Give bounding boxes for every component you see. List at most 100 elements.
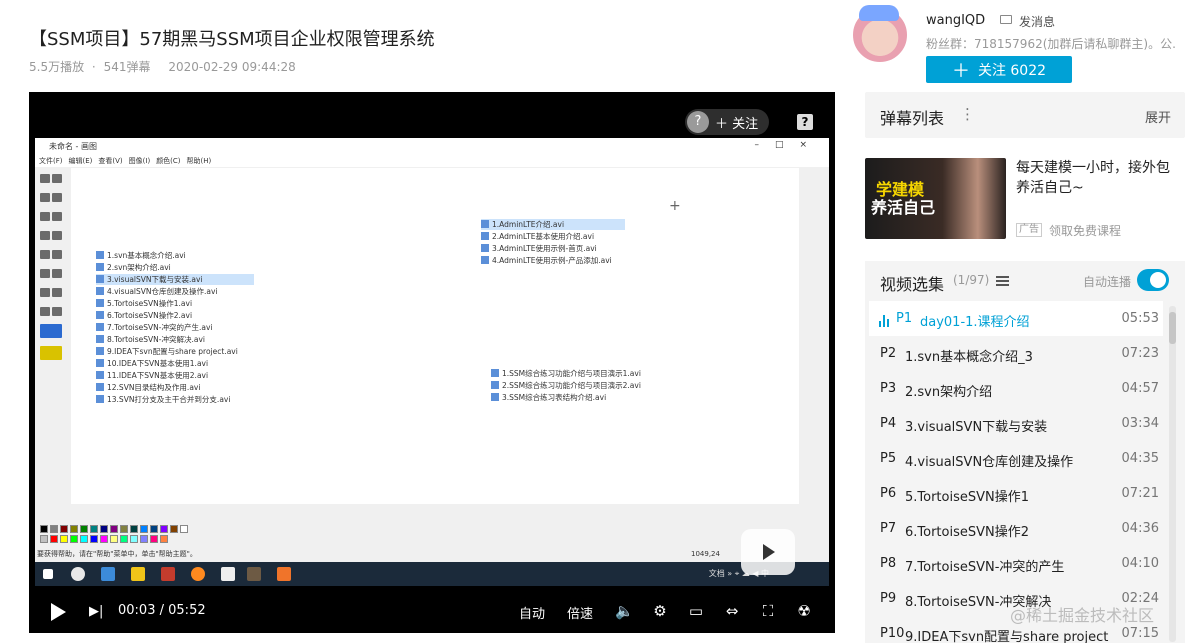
file-item-selected: 1.AdminLTE介绍.avi [481, 219, 625, 230]
uploader-avatar[interactable] [851, 5, 909, 64]
follow-button[interactable]: ＋ 关注 6022 [926, 56, 1072, 83]
file-item: 4.visualSVN仓库创建及操作.avi [96, 286, 218, 297]
widescreen-icon[interactable]: ⇔ [723, 602, 741, 620]
ad-image-text-2: 养活自己 [871, 198, 936, 217]
episode-item[interactable]: P2 1.svn基本概念介绍_3 07:23 [869, 336, 1163, 371]
uploader-name[interactable]: wangIQD [926, 13, 985, 28]
message-icon[interactable] [1000, 15, 1012, 24]
episode-number: P5 [880, 451, 897, 466]
volume-icon[interactable]: 🔈 [615, 602, 634, 620]
time-separator: / [159, 603, 164, 618]
episode-duration: 04:35 [1121, 451, 1159, 466]
episode-item[interactable]: P7 6.TortoiseSVN操作2 04:36 [869, 511, 1163, 546]
menu-file: 文件(F) [39, 156, 63, 165]
episode-duration: 07:15 [1121, 626, 1159, 641]
file-item: 3.AdminLTE使用示例-首页.avi [481, 243, 597, 254]
episode-item[interactable]: P8 7.TortoiseSVN-冲突的产生 04:10 [869, 546, 1163, 581]
episode-number: P8 [880, 556, 897, 571]
status-cursor-position: 1049,24 [691, 550, 720, 558]
episode-name: 2.svn架构介绍 [905, 385, 993, 400]
paint-canvas: + 1.svn基本概念介绍.avi 2.svn架构介绍.avi 3.visual… [71, 168, 799, 504]
episode-list: 视频选集 (1/97) 自动连播 P1 day01-1.课程介绍 05:53 P… [865, 261, 1185, 643]
speed-button[interactable]: 倍速 [567, 603, 593, 622]
episode-items: P1 day01-1.课程介绍 05:53 P2 1.svn基本概念介绍_3 0… [869, 301, 1163, 643]
settings-gear-icon[interactable]: ⚙ [651, 602, 669, 620]
episode-name: 5.TortoiseSVN操作1 [905, 490, 1030, 505]
episode-item[interactable]: P3 2.svn架构介绍 04:57 [869, 371, 1163, 406]
file-item: 9.IDEA下svn配置与share project.avi [96, 346, 238, 357]
episode-number: P7 [880, 521, 897, 536]
file-item-selected: 3.visualSVN下载与安装.avi [96, 274, 254, 285]
episode-number: P3 [880, 381, 897, 396]
plus-icon: ＋ [951, 60, 970, 82]
list-view-icon[interactable] [996, 276, 1009, 286]
episode-list-title: 视频选集 [880, 275, 945, 294]
danmaku-list-panel[interactable]: 弹幕列表 ⋮ 展开 [865, 92, 1185, 138]
total-time: 05:52 [168, 603, 206, 618]
episode-item-active[interactable]: P1 day01-1.课程介绍 05:53 [869, 301, 1163, 336]
episode-number: P1 [896, 311, 913, 326]
episode-number: P6 [880, 486, 897, 501]
file-item: 2.SSM综合练习功能介绍与项目演示2.avi [491, 380, 641, 391]
ad-title[interactable]: 每天建模一小时，接外包养活自己~ [1016, 158, 1178, 198]
episode-item[interactable]: P6 5.TortoiseSVN操作1 07:21 [869, 476, 1163, 511]
web-fullscreen-icon[interactable]: ⛶ [759, 602, 777, 620]
danmaku-count: 541弹幕 [103, 60, 151, 74]
fullscreen-icon[interactable]: ☢ [795, 602, 813, 620]
video-page: 【SSM项目】57期黑马SSM项目企业权限管理系统 5.5万播放 · 541弹幕… [0, 0, 1188, 643]
episode-duration: 03:34 [1121, 416, 1159, 431]
autoplay-label: 自动连播 [1083, 275, 1132, 289]
follow-button-label: 关注 6022 [977, 62, 1047, 79]
menu-color: 颜色(C) [156, 156, 181, 165]
file-item: 12.SVN目录结构及作用.avi [96, 382, 200, 393]
episode-item[interactable]: P4 3.visualSVN下载与安装 03:34 [869, 406, 1163, 441]
current-time: 00:03 [118, 603, 156, 618]
more-options-icon[interactable]: ⋮ [960, 105, 975, 123]
player-follow-label: ＋ 关注 [715, 116, 759, 132]
episode-name: 3.visualSVN下载与安装 [905, 420, 1048, 435]
send-message-link[interactable]: 发消息 [1019, 13, 1055, 30]
player-follow-text: 关注 [732, 116, 759, 132]
episode-number: P4 [880, 416, 897, 431]
episode-item[interactable]: P5 4.visualSVN仓库创建及操作 04:35 [869, 441, 1163, 476]
episode-name: 7.TortoiseSVN-冲突的产生 [905, 560, 1065, 575]
menu-help: 帮助(H) [186, 156, 212, 165]
feedback-icon[interactable]: ? [797, 114, 813, 130]
file-item: 3.SSM综合练习表结构介绍.avi [491, 392, 606, 403]
uploader-mini-avatar: ? [687, 111, 709, 133]
episode-name: 9.IDEA下svn配置与share project [905, 630, 1109, 643]
video-meta: 5.5万播放 · 541弹幕 2020-02-29 09:44:28 [29, 58, 300, 75]
scrollbar-thumb[interactable] [1169, 312, 1176, 344]
autoplay-toggle[interactable] [1137, 269, 1169, 291]
time-display: 00:03 / 05:52 [118, 603, 206, 618]
play-icon[interactable] [51, 603, 66, 621]
menu-image: 图像(I) [128, 156, 151, 165]
episode-name: 6.TortoiseSVN操作2 [905, 525, 1030, 540]
menu-edit: 编辑(E) [68, 156, 93, 165]
uploader-description: 粉丝群：718157962(加群后请私聊群主)。公... [926, 37, 1176, 51]
player-follow-button[interactable]: ? ＋ 关注 [685, 109, 769, 135]
playing-wave-icon [879, 312, 891, 327]
paint-statusbar: 要获得帮助，请在"帮助"菜单中，单击"帮助主题"。 1049,24 [35, 548, 829, 560]
next-episode-icon[interactable]: ▶| [89, 604, 103, 619]
pip-icon[interactable]: ▭ [687, 602, 705, 620]
ad-badge: 广告 [1016, 223, 1042, 237]
video-title: 【SSM项目】57期黑马SSM项目企业权限管理系统 [29, 29, 435, 50]
video-frame: 未命名 - 画图 –□× 文件(F) 编辑(E) 查看(V) 图像(I) 颜色(… [35, 138, 829, 586]
episode-duration: 04:10 [1121, 556, 1159, 571]
episode-number: P10 [880, 626, 905, 641]
center-play-icon[interactable] [741, 529, 795, 575]
danmaku-expand-button[interactable]: 展开 [1145, 107, 1171, 126]
file-item: 2.svn架构介绍.avi [96, 262, 171, 273]
file-item: 10.IDEA下SVN基本使用1.avi [96, 358, 208, 369]
ad-thumbnail[interactable]: 学建模 养活自己 [865, 158, 1006, 239]
danmaku-list-title: 弹幕列表 [880, 109, 945, 128]
ad-link[interactable]: 领取免费课程 [1049, 222, 1121, 239]
file-item: 6.TortoiseSVN操作2.avi [96, 310, 192, 321]
video-player[interactable]: ? ＋ 关注 ? 未命名 - 画图 –□× 文件(F) 编辑(E) 查看(V) … [29, 92, 835, 633]
paint-palette [39, 524, 189, 544]
file-item: 7.TortoiseSVN-冲突的产生.avi [96, 322, 212, 333]
window-controls: –□× [754, 140, 823, 150]
quality-button[interactable]: 自动 [519, 603, 545, 622]
episode-list-scrollbar[interactable] [1169, 306, 1176, 642]
